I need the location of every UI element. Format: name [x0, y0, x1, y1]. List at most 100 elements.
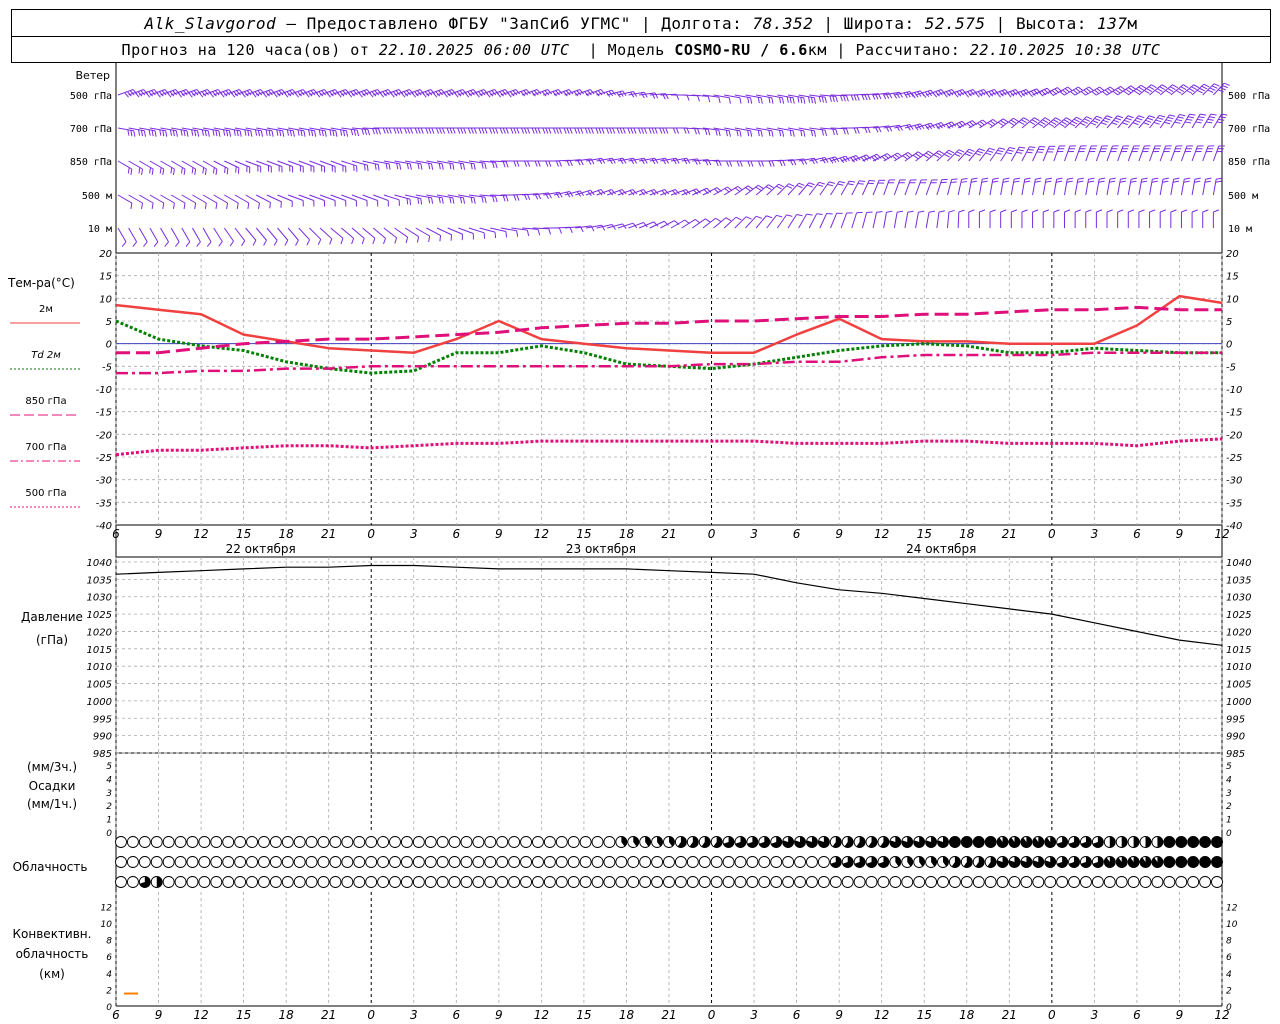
wind-barb-feather — [407, 127, 411, 134]
wind-barb-feather — [153, 241, 159, 247]
cloud-circle — [365, 876, 378, 888]
wind-barb-feather — [978, 148, 985, 152]
wind-barb-feather — [1086, 116, 1093, 120]
wind-barb-feather — [262, 92, 268, 98]
wind-barb-feather — [452, 163, 455, 170]
wind-barb-feather — [1221, 84, 1228, 89]
wind-barb-feather — [172, 202, 175, 210]
wind-barb-feather — [1205, 177, 1212, 180]
cloud-circle — [853, 876, 866, 888]
legend-label: 700 гПа — [25, 442, 66, 453]
wind-barb-feather — [1102, 91, 1108, 96]
pressure-ytick-left: 1010 — [87, 662, 112, 673]
wind-barb-feather — [1172, 180, 1180, 183]
date-label: 24 октября — [906, 542, 976, 556]
wind-barb-feather — [835, 96, 838, 103]
wind-barb-feather — [792, 97, 795, 104]
wind-barb-feather — [563, 127, 567, 134]
cloud-fill-full — [1211, 856, 1223, 868]
wind-barb-feather — [734, 187, 741, 193]
wind-barb-staff — [138, 227, 148, 243]
wind-barb-feather — [350, 129, 354, 136]
wind-barb-staff — [223, 227, 234, 242]
pressure-ytick-left: 1020 — [87, 627, 112, 638]
wind-barb-feather — [265, 129, 268, 136]
wind-barb-staff — [1180, 179, 1185, 196]
wind-barb-feather — [191, 129, 194, 136]
wind-barb-feather — [946, 151, 953, 156]
wind-barb-feather — [1157, 117, 1164, 120]
wind-barb-feather — [817, 184, 824, 187]
wind-barb-feather — [218, 130, 221, 137]
wind-barb-feather — [233, 129, 236, 136]
wind-barb-feather — [1216, 177, 1223, 180]
wind-barb-feather — [537, 127, 541, 134]
wind-barb-feather — [747, 185, 754, 190]
wind-barb-feather — [428, 163, 431, 170]
conv-ytick-right: 12 — [1226, 903, 1238, 913]
wind-barb-feather — [133, 130, 136, 137]
wind-barb-feather — [1154, 90, 1161, 94]
cloud-circle — [746, 876, 759, 888]
wind-barb-feather — [846, 128, 849, 135]
wind-barb-feather — [718, 96, 721, 104]
wind-barb-feather — [1017, 92, 1023, 98]
wind-barb-feather — [441, 127, 445, 134]
wind-barb-feather — [484, 196, 487, 204]
cloud-fill-full — [1187, 836, 1199, 848]
wind-barb-feather — [130, 202, 133, 210]
wind-title: Ветер — [76, 69, 110, 82]
cloud-circle — [806, 856, 818, 868]
wind-barb-feather — [492, 161, 495, 169]
temp-ytick-right: -30 — [1226, 476, 1242, 487]
wind-barb-feather — [1218, 118, 1225, 121]
temp-ytick-left: 0 — [106, 340, 112, 351]
cloud-circle — [543, 876, 556, 888]
wind-barb-feather — [141, 168, 143, 176]
cloud-circle — [591, 856, 604, 868]
wind-barb-feather — [953, 92, 959, 98]
wind-barb-feather — [127, 167, 130, 174]
wind-barb-feather — [1159, 114, 1166, 118]
wind-barb-feather — [470, 127, 474, 134]
wind-barb-feather — [443, 92, 448, 98]
pressure-ytick-right: 990 — [1226, 732, 1245, 743]
wind-barb-feather — [782, 160, 786, 167]
cloud-circle — [1044, 876, 1057, 888]
precip-unit-bottom: (мм/1ч.) — [27, 797, 77, 811]
wind-barb-feather — [956, 151, 963, 155]
wind-barb-feather — [662, 127, 666, 134]
wind-barb-feather — [1096, 115, 1103, 119]
wind-barb-feather — [1152, 177, 1159, 180]
wind-level-label-right: 10 м — [1228, 224, 1252, 235]
wind-barb-feather — [1109, 177, 1116, 180]
wind-barb-feather — [513, 127, 517, 134]
wind-barb-feather — [786, 96, 789, 103]
wind-barb-feather — [1009, 147, 1016, 150]
time-tick-label-bottom: 0 — [367, 1008, 375, 1022]
wind-barb-feather — [351, 238, 355, 245]
wind-barb-feather — [840, 95, 843, 102]
time-tick-label: 12 — [534, 527, 549, 541]
wind-barb-staff — [1212, 113, 1222, 129]
wind-barb-staff — [234, 227, 246, 241]
wind-barb-feather — [1023, 117, 1030, 122]
cloud-circle — [186, 836, 199, 848]
cloud-circle — [174, 856, 187, 868]
cloud-circle — [317, 876, 330, 888]
cloud-circle — [734, 876, 747, 888]
cloud-circle — [555, 876, 568, 888]
wind-barb-feather — [997, 121, 1004, 127]
wind-barb-feather — [1187, 116, 1194, 119]
wind-barb-feather — [595, 127, 599, 134]
wind-barb-feather — [457, 127, 461, 134]
wind-barb-feather — [866, 211, 873, 214]
temp-ytick-left: -5 — [102, 362, 112, 373]
cloud-circle — [353, 836, 366, 848]
cloud-fill-full — [1211, 836, 1223, 848]
wind-barb-staff — [947, 179, 953, 196]
wind-barb-staff — [872, 180, 880, 196]
wind-barb-feather — [425, 127, 429, 134]
cloud-circle — [198, 856, 211, 868]
wind-barb-feather — [923, 154, 929, 159]
